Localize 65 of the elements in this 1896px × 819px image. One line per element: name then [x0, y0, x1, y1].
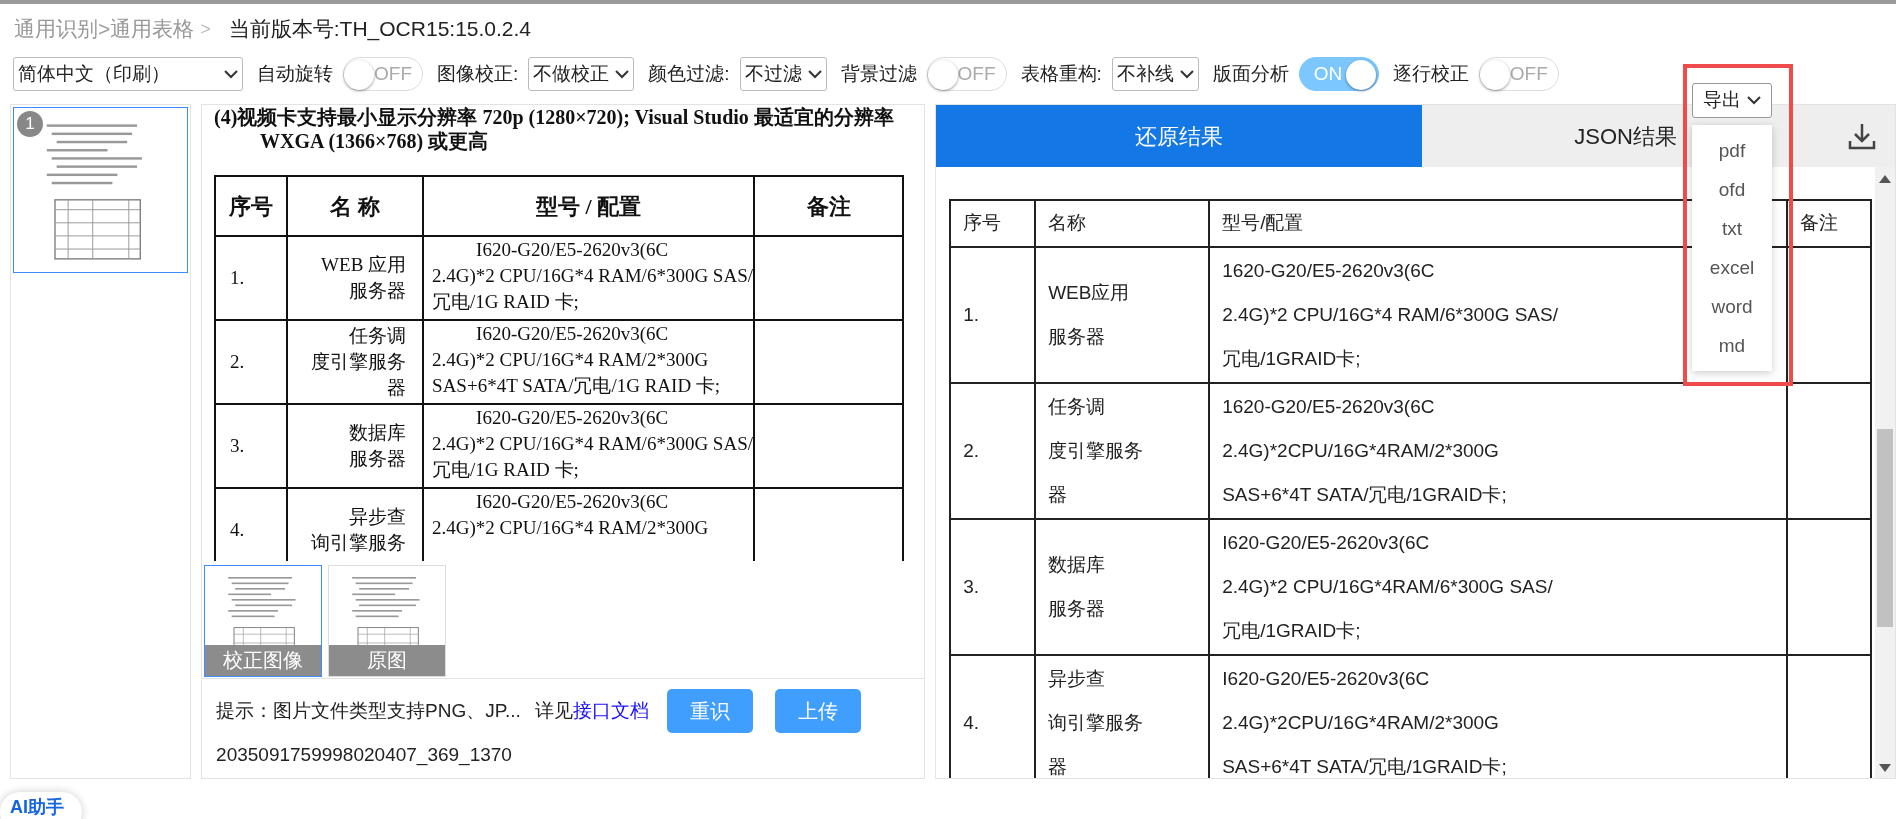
breadcrumb-separator: >: [200, 17, 211, 41]
option-label: 自动旋转: [257, 61, 333, 86]
option-label: 表格重构:: [1020, 61, 1102, 86]
export-option[interactable]: ofd: [1718, 170, 1746, 209]
table-cell: 3.: [215, 404, 288, 488]
image-version-label: 校正图像: [205, 645, 322, 676]
export-option[interactable]: excel: [1709, 248, 1755, 287]
option-label: 逐行校正: [1392, 61, 1469, 86]
table-cell: 1.: [215, 236, 288, 320]
table-cell: WEB 应用 服务器: [287, 236, 424, 320]
dropdown[interactable]: 不过滤: [739, 57, 827, 91]
see-label: 详见: [534, 698, 573, 723]
table-header-cell: 名 称: [287, 176, 424, 236]
table-cell: 数据库 服务器: [287, 404, 424, 488]
export-dropdown[interactable]: 导出: [1692, 83, 1772, 118]
table-cell: 1.: [950, 247, 1036, 383]
table-cell: 2.: [215, 320, 288, 404]
hint-text: 提示：图片文件类型支持PNG、JP...: [216, 698, 521, 723]
dropdown[interactable]: 简体中文（印刷）: [13, 57, 243, 91]
table-header-cell: 型号 / 配置: [423, 176, 754, 236]
scroll-up-icon[interactable]: [1879, 175, 1891, 183]
document-text: (4)视频卡支持最小显示分辨率 720p (1280×720); Visual Studio 最适宜的分辨率: [214, 105, 895, 129]
chevron-icon: [1179, 69, 1194, 79]
scroll-down-icon[interactable]: [1879, 764, 1891, 772]
table-cell: 任务调 度引擎服务 器: [287, 320, 424, 404]
export-option[interactable]: md: [1718, 326, 1746, 365]
table-cell: 任务调 度引擎服务 器: [1035, 383, 1210, 519]
table-cell: 3.: [950, 519, 1036, 655]
version-label: 当前版本号:TH_OCR15:15.0.2.4: [228, 16, 532, 43]
table-header-cell: 序号: [215, 176, 288, 236]
table-cell: WEB应用 服务器: [1035, 247, 1210, 383]
table-cell: 数据库 服务器: [1035, 519, 1210, 655]
table-cell: 4.: [950, 655, 1036, 778]
table-header-cell: 序号: [950, 200, 1036, 247]
table-cell: I620-G20/E5-2620v3(6C 2.4G)*2 CPU/16G*4 RAM/2*300G SAS+6*4T SATA/冗电/1G RAID 卡;: [423, 320, 754, 404]
table-header-cell: 备注: [754, 176, 904, 236]
page-thumbnail[interactable]: 1: [13, 107, 189, 273]
assistant-button[interactable]: AI助手: [0, 792, 82, 819]
export-option[interactable]: word: [1711, 287, 1753, 326]
api-doc-link[interactable]: 接口文档: [572, 696, 649, 726]
result-tab[interactable]: 还原结果: [936, 105, 1423, 167]
option-label: 背景过滤: [840, 61, 917, 86]
chevron-icon: [615, 69, 630, 79]
chevron-icon: [1747, 96, 1761, 105]
table-cell: I620-G20/E5-2620v3(6C 2.4G)*2 CPU/16G*4RAM/6*300G SAS/ 冗电/1GRAID卡;: [1209, 519, 1788, 655]
file-name: 2035091759998020407_369_1370: [216, 743, 513, 768]
document-text: WXGA (1366×768) 或更高: [259, 129, 490, 153]
dropdown[interactable]: 不补线: [1111, 57, 1199, 91]
image-version-label: 原图: [329, 645, 446, 676]
option-label: 颜色过滤:: [648, 61, 730, 86]
table-cell: 2.: [950, 383, 1036, 519]
table-cell: I620-G20/E5-2620v3(6C 2.4G)*2 CPU/16G*4 RAM/6*300G SAS/ 冗电/1G RAID 卡;: [423, 236, 754, 320]
dropdown[interactable]: 不做校正: [528, 57, 635, 91]
chevron-icon: [807, 69, 822, 79]
table-cell: 1620-G20/E5-2620v3(6C 2.4G)*2CPU/16G*4RAM/2*300G SAS+6*4T SATA/冗电/1GRAID卡;: [1209, 383, 1788, 519]
table-cell: I620-G20/E5-2620v3(6C 2.4G)*2 CPU/16G*4 RAM/6*300G SAS/ 冗电/1G RAID 卡;: [423, 404, 754, 488]
table-header-cell: 名称: [1035, 200, 1210, 247]
scrollbar-thumb[interactable]: [1877, 429, 1893, 627]
chevron-icon: [224, 69, 238, 79]
download-icon[interactable]: [1847, 121, 1877, 151]
option-label: 图像校正:: [437, 61, 519, 86]
table-header-cell: 备注: [1787, 200, 1872, 247]
export-option[interactable]: pdf: [1718, 131, 1746, 170]
option-label: 版面分析: [1212, 61, 1289, 86]
export-option[interactable]: txt: [1721, 209, 1743, 248]
